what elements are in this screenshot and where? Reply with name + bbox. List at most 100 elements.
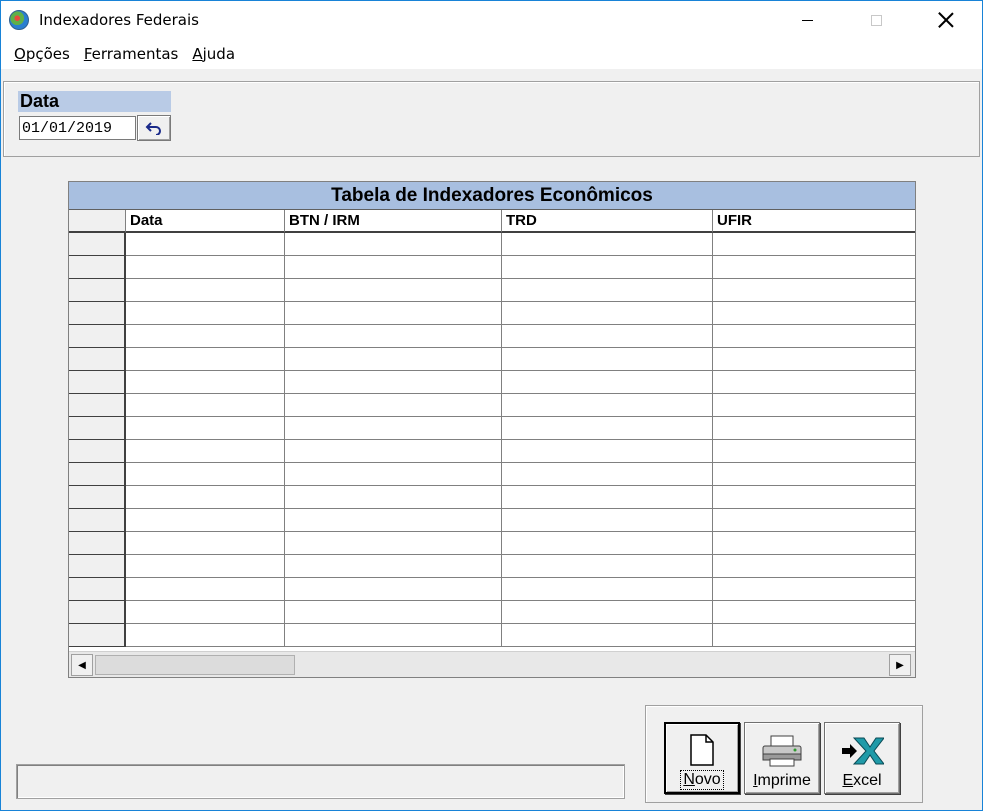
table-cell[interactable] bbox=[285, 279, 502, 302]
table-cell[interactable] bbox=[285, 624, 502, 647]
table-cell[interactable] bbox=[126, 440, 285, 463]
table-row[interactable] bbox=[69, 463, 915, 486]
table-cell[interactable] bbox=[713, 440, 915, 463]
row-selector[interactable] bbox=[69, 325, 126, 348]
row-selector[interactable] bbox=[69, 601, 126, 624]
menu-ferramentas[interactable]: Ferramentas bbox=[77, 45, 186, 63]
excel-button[interactable]: Excel bbox=[824, 722, 900, 794]
table-cell[interactable] bbox=[126, 325, 285, 348]
table-cell[interactable] bbox=[502, 348, 713, 371]
table-row[interactable] bbox=[69, 233, 915, 256]
table-cell[interactable] bbox=[502, 302, 713, 325]
table-cell[interactable] bbox=[126, 532, 285, 555]
row-selector[interactable] bbox=[69, 578, 126, 601]
date-field[interactable] bbox=[19, 116, 136, 140]
table-cell[interactable] bbox=[713, 624, 915, 647]
table-cell[interactable] bbox=[285, 302, 502, 325]
row-selector[interactable] bbox=[69, 256, 126, 279]
novo-button[interactable]: Novo bbox=[664, 722, 740, 794]
table-cell[interactable] bbox=[126, 348, 285, 371]
row-selector[interactable] bbox=[69, 279, 126, 302]
table-cell[interactable] bbox=[285, 486, 502, 509]
table-cell[interactable] bbox=[713, 486, 915, 509]
maximize-button[interactable] bbox=[853, 1, 899, 39]
table-cell[interactable] bbox=[502, 394, 713, 417]
table-row[interactable] bbox=[69, 532, 915, 555]
table-cell[interactable] bbox=[502, 555, 713, 578]
table-cell[interactable] bbox=[285, 394, 502, 417]
table-cell[interactable] bbox=[285, 233, 502, 256]
table-cell[interactable] bbox=[126, 509, 285, 532]
table-cell[interactable] bbox=[502, 532, 713, 555]
indexadores-grid[interactable]: Tabela de Indexadores Econômicos Data BT… bbox=[68, 181, 916, 678]
table-cell[interactable] bbox=[126, 601, 285, 624]
table-cell[interactable] bbox=[285, 578, 502, 601]
table-row[interactable] bbox=[69, 256, 915, 279]
table-cell[interactable] bbox=[713, 325, 915, 348]
imprime-button[interactable]: Imprime bbox=[744, 722, 820, 794]
table-cell[interactable] bbox=[713, 578, 915, 601]
table-cell[interactable] bbox=[502, 233, 713, 256]
table-cell[interactable] bbox=[285, 601, 502, 624]
table-cell[interactable] bbox=[126, 486, 285, 509]
table-cell[interactable] bbox=[502, 624, 713, 647]
row-selector[interactable] bbox=[69, 440, 126, 463]
table-cell[interactable] bbox=[502, 440, 713, 463]
row-selector[interactable] bbox=[69, 532, 126, 555]
row-selector[interactable] bbox=[69, 302, 126, 325]
table-cell[interactable] bbox=[713, 509, 915, 532]
row-selector[interactable] bbox=[69, 486, 126, 509]
table-cell[interactable] bbox=[713, 601, 915, 624]
table-row[interactable] bbox=[69, 555, 915, 578]
row-selector[interactable] bbox=[69, 463, 126, 486]
scroll-left-icon[interactable]: ◀ bbox=[71, 654, 93, 676]
table-cell[interactable] bbox=[126, 578, 285, 601]
table-cell[interactable] bbox=[285, 348, 502, 371]
table-cell[interactable] bbox=[285, 532, 502, 555]
scroll-thumb[interactable] bbox=[95, 655, 295, 675]
table-row[interactable] bbox=[69, 440, 915, 463]
table-cell[interactable] bbox=[502, 463, 713, 486]
row-selector[interactable] bbox=[69, 509, 126, 532]
table-cell[interactable] bbox=[713, 394, 915, 417]
table-row[interactable] bbox=[69, 601, 915, 624]
row-selector[interactable] bbox=[69, 417, 126, 440]
table-cell[interactable] bbox=[502, 325, 713, 348]
table-cell[interactable] bbox=[126, 371, 285, 394]
minimize-button[interactable] bbox=[784, 1, 830, 39]
table-row[interactable] bbox=[69, 371, 915, 394]
table-row[interactable] bbox=[69, 279, 915, 302]
table-cell[interactable] bbox=[713, 302, 915, 325]
table-row[interactable] bbox=[69, 486, 915, 509]
table-cell[interactable] bbox=[285, 325, 502, 348]
table-cell[interactable] bbox=[713, 555, 915, 578]
table-row[interactable] bbox=[69, 509, 915, 532]
table-cell[interactable] bbox=[502, 417, 713, 440]
table-cell[interactable] bbox=[285, 509, 502, 532]
table-cell[interactable] bbox=[126, 233, 285, 256]
scroll-right-icon[interactable]: ▶ bbox=[889, 654, 911, 676]
table-cell[interactable] bbox=[126, 417, 285, 440]
table-cell[interactable] bbox=[713, 279, 915, 302]
table-cell[interactable] bbox=[502, 371, 713, 394]
menu-ajuda[interactable]: Ajuda bbox=[185, 45, 242, 63]
table-cell[interactable] bbox=[285, 256, 502, 279]
row-selector[interactable] bbox=[69, 371, 126, 394]
table-row[interactable] bbox=[69, 394, 915, 417]
table-cell[interactable] bbox=[126, 256, 285, 279]
table-cell[interactable] bbox=[285, 555, 502, 578]
row-selector[interactable] bbox=[69, 555, 126, 578]
table-cell[interactable] bbox=[126, 555, 285, 578]
table-cell[interactable] bbox=[713, 371, 915, 394]
column-header-data[interactable]: Data bbox=[126, 210, 285, 233]
table-cell[interactable] bbox=[713, 417, 915, 440]
table-cell[interactable] bbox=[285, 463, 502, 486]
table-cell[interactable] bbox=[713, 463, 915, 486]
table-cell[interactable] bbox=[502, 486, 713, 509]
table-cell[interactable] bbox=[126, 394, 285, 417]
table-cell[interactable] bbox=[126, 302, 285, 325]
close-button[interactable] bbox=[923, 1, 969, 39]
table-row[interactable] bbox=[69, 624, 915, 647]
row-selector[interactable] bbox=[69, 624, 126, 647]
menu-opcoes[interactable]: Opções bbox=[7, 45, 77, 63]
